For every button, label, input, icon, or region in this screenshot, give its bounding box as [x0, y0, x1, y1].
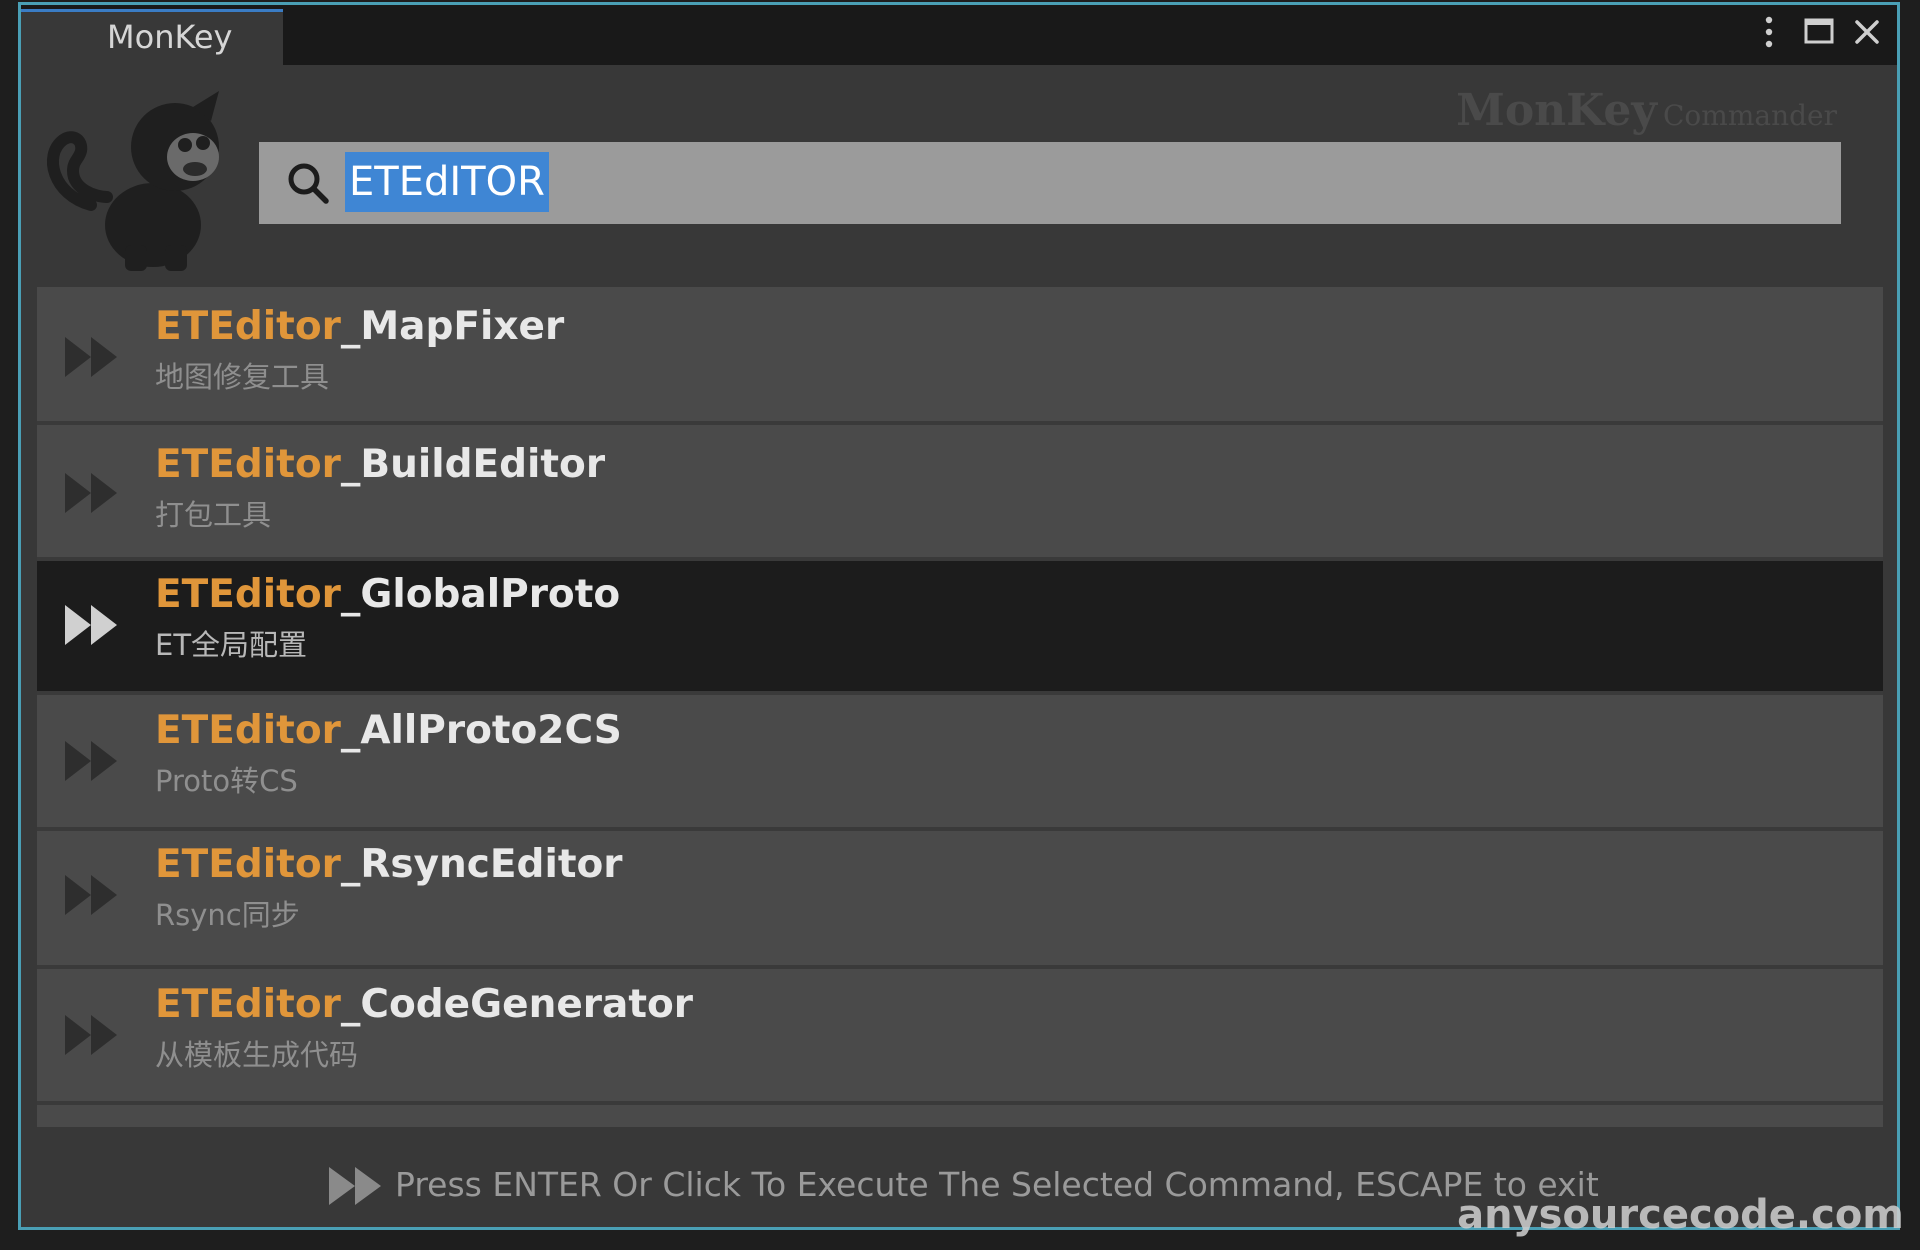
- result-subtitle: Rsync同步: [155, 898, 300, 932]
- fast-forward-icon: [63, 873, 119, 917]
- kebab-menu-icon[interactable]: [1757, 15, 1781, 55]
- result-title: ETEditor_GlobalProto: [155, 571, 620, 619]
- fast-forward-icon: [63, 739, 119, 783]
- result-title: ETEditor_BuildEditor: [155, 441, 605, 489]
- result-row-rsynceditor[interactable]: ETEditor_RsyncEditor Rsync同步: [37, 831, 1883, 969]
- fast-forward-icon: [63, 471, 119, 515]
- result-row-allproto2cs[interactable]: ETEditor_AllProto2CS Proto转CS: [37, 695, 1883, 831]
- result-title-rest: _BuildEditor: [340, 442, 606, 487]
- result-row-partial[interactable]: [37, 1105, 1883, 1127]
- result-row-mapfixer[interactable]: ETEditor_MapFixer 地图修复工具: [37, 287, 1883, 425]
- result-title-match: ETEditor: [155, 304, 341, 349]
- result-row-globalproto-selected[interactable]: ETEditor_GlobalProto ET全局配置: [37, 561, 1883, 695]
- result-title-rest: _GlobalProto: [340, 572, 621, 617]
- fast-forward-icon: [63, 335, 119, 379]
- footer-hint-text: Press ENTER Or Click To Execute The Sele…: [395, 1165, 1599, 1204]
- result-title: ETEditor_MapFixer: [155, 303, 564, 351]
- result-subtitle: Proto转CS: [155, 764, 298, 798]
- result-row-codegenerator[interactable]: ETEditor_CodeGenerator 从模板生成代码: [37, 969, 1883, 1105]
- result-title-match: ETEditor: [155, 708, 341, 753]
- command-results-list: ETEditor_MapFixer 地图修复工具 ETEditor_BuildE…: [37, 287, 1883, 1127]
- search-query[interactable]: ETEdITOR: [345, 152, 549, 212]
- tab-monkey[interactable]: MonKey: [21, 9, 283, 65]
- search-input[interactable]: ETEdITOR: [259, 142, 1841, 224]
- result-title: ETEditor_AllProto2CS: [155, 707, 622, 755]
- result-subtitle: 从模板生成代码: [155, 1038, 359, 1072]
- result-title: ETEditor_CodeGenerator: [155, 981, 693, 1029]
- brand-name: MonKey: [1456, 85, 1657, 136]
- result-title-match: ETEditor: [155, 982, 341, 1027]
- tab-bar: MonKey: [21, 5, 1897, 65]
- result-title-match: ETEditor: [155, 572, 341, 617]
- result-subtitle: ET全局配置: [155, 628, 308, 662]
- result-title-rest: _MapFixer: [340, 304, 565, 349]
- result-title: ETEditor_RsyncEditor: [155, 841, 623, 889]
- site-watermark: anysourcecode.com: [1457, 1192, 1904, 1238]
- result-subtitle: 打包工具: [155, 498, 272, 532]
- screen: MonKey MonKey Commander ETEdITOR ETEdito…: [0, 0, 1920, 1250]
- header: MonKey Commander ETEdITOR: [21, 65, 1897, 285]
- monkey-logo: [43, 85, 243, 275]
- fast-forward-icon: [63, 1013, 119, 1057]
- fast-forward-icon: [63, 603, 119, 647]
- result-title-rest: _CodeGenerator: [340, 982, 694, 1027]
- brand-watermark: MonKey Commander: [1456, 85, 1837, 136]
- search-icon: [285, 160, 331, 206]
- monkey-commander-window: MonKey MonKey Commander ETEdITOR ETEdito…: [18, 2, 1900, 1230]
- fast-forward-icon: [327, 1165, 383, 1207]
- result-subtitle: 地图修复工具: [155, 360, 330, 394]
- result-title-match: ETEditor: [155, 842, 341, 887]
- close-icon[interactable]: [1847, 15, 1887, 55]
- maximize-icon[interactable]: [1799, 15, 1839, 55]
- result-title-rest: _AllProto2CS: [340, 708, 622, 753]
- brand-suffix: Commander: [1663, 99, 1837, 132]
- result-title-rest: _RsyncEditor: [340, 842, 623, 887]
- result-title-match: ETEditor: [155, 442, 341, 487]
- result-row-buildeditor[interactable]: ETEditor_BuildEditor 打包工具: [37, 425, 1883, 561]
